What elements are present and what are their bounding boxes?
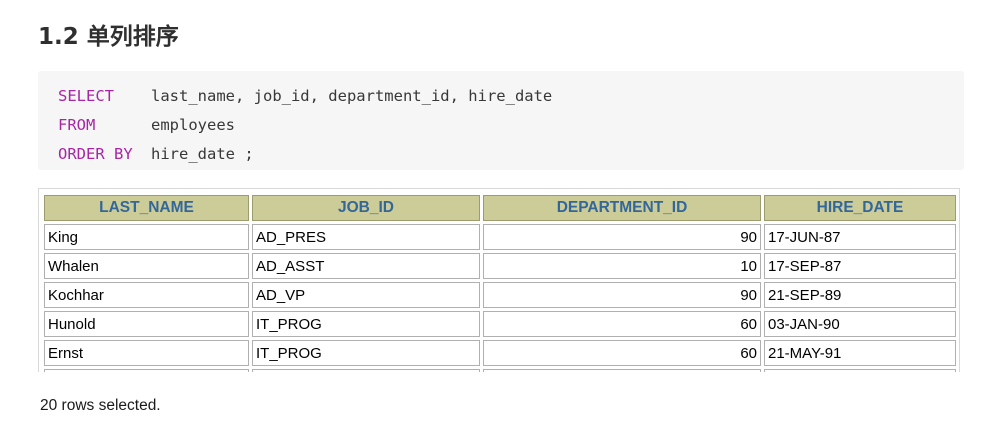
cell-last-name: Ernst <box>44 340 249 366</box>
cell-department-id: 60 <box>483 340 761 366</box>
cell-hire-date: 03-JAN-90 <box>764 311 956 337</box>
sql-keyword-from: FROM <box>58 116 96 134</box>
cell-last-name <box>44 369 249 372</box>
sql-from-table: employees <box>151 116 235 134</box>
table-row: Hunold IT_PROG 60 03-JAN-90 <box>44 311 956 337</box>
cell-department-id <box>483 369 761 372</box>
code-line-order-by: ORDER BY hire_date ; <box>58 140 964 169</box>
cell-hire-date: 17-JUN-87 <box>764 224 956 250</box>
cell-hire-date: 17-SEP-87 <box>764 253 956 279</box>
table-row: King AD_PRES 90 17-JUN-87 <box>44 224 956 250</box>
cell-last-name: Kochhar <box>44 282 249 308</box>
cell-last-name: Hunold <box>44 311 249 337</box>
table-row: Kochhar AD_VP 90 21-SEP-89 <box>44 282 956 308</box>
table-header-row: LAST_NAME JOB_ID DEPARTMENT_ID HIRE_DATE <box>44 195 956 221</box>
cell-last-name: Whalen <box>44 253 249 279</box>
cell-hire-date <box>764 369 956 372</box>
cell-last-name: King <box>44 224 249 250</box>
column-header-hire-date: HIRE_DATE <box>764 195 956 221</box>
query-result-table: LAST_NAME JOB_ID DEPARTMENT_ID HIRE_DATE… <box>41 192 959 372</box>
cell-job-id: IT_PROG <box>252 311 480 337</box>
cell-hire-date: 21-MAY-91 <box>764 340 956 366</box>
sql-keyword-select: SELECT <box>58 87 114 105</box>
sql-code-block: SELECT last_name, job_id, department_id, … <box>38 71 964 170</box>
cell-hire-date: 21-SEP-89 <box>764 282 956 308</box>
cell-department-id: 60 <box>483 311 761 337</box>
table-row-truncated <box>44 369 956 372</box>
cell-department-id: 90 <box>483 282 761 308</box>
table-row: Whalen AD_ASST 10 17-SEP-87 <box>44 253 956 279</box>
cell-job-id: AD_PRES <box>252 224 480 250</box>
cell-job-id <box>252 369 480 372</box>
cell-job-id: AD_VP <box>252 282 480 308</box>
cell-department-id: 90 <box>483 224 761 250</box>
rows-selected-status: 20 rows selected. <box>40 397 161 414</box>
sql-keyword-order-by: ORDER BY <box>58 145 133 163</box>
query-result-frame: LAST_NAME JOB_ID DEPARTMENT_ID HIRE_DATE… <box>38 188 960 372</box>
sql-order-column: hire_date ; <box>151 145 254 163</box>
code-line-select: SELECT last_name, job_id, department_id, … <box>58 82 964 111</box>
cell-job-id: AD_ASST <box>252 253 480 279</box>
cell-job-id: IT_PROG <box>252 340 480 366</box>
column-header-last-name: LAST_NAME <box>44 195 249 221</box>
column-header-department-id: DEPARTMENT_ID <box>483 195 761 221</box>
cell-department-id: 10 <box>483 253 761 279</box>
sql-select-columns: last_name, job_id, department_id, hire_d… <box>151 87 553 105</box>
table-row: Ernst IT_PROG 60 21-MAY-91 <box>44 340 956 366</box>
column-header-job-id: JOB_ID <box>252 195 480 221</box>
section-heading: 1.2 单列排序 <box>38 24 179 50</box>
code-line-from: FROM employees <box>58 111 964 140</box>
